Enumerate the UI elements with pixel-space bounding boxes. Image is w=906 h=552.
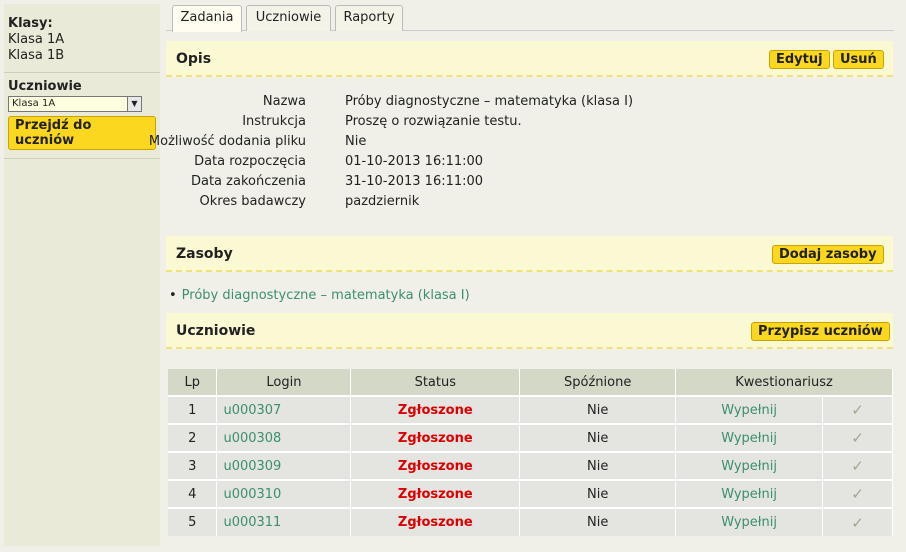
table-header-row: Lp Login Status Spóźnione Kwestionariusz [168,369,893,396]
field-period: Okres badawczy pazdziernik [166,194,866,214]
tab-zadania[interactable]: Zadania [172,5,242,32]
col-questionnaire[interactable]: Kwestionariusz [675,369,893,396]
row-fill-link[interactable]: Wypełnij [675,507,824,536]
row-late: Nie [519,395,677,424]
row-lp: 2 [168,423,218,452]
row-status: Zgłoszone [350,395,521,424]
resource-item: • Próby diagnostyczne – matematyka (klasa… [169,288,470,303]
table-row: 4 u000310 Zgłoszone Nie Wypełnij ✓ [168,479,893,508]
field-label: Data rozpoczęcia [194,154,306,169]
checkmark-icon[interactable]: ✓ [822,479,893,508]
row-lp: 1 [168,395,218,424]
col-login[interactable]: Login [216,369,352,396]
field-value: 31-10-2013 16:11:00 [345,174,484,189]
field-end-date: Data zakończenia 31-10-2013 16:11:00 [166,174,866,194]
field-value: Nie [345,134,367,149]
field-label: Data zakończenia [190,174,306,189]
row-late: Nie [519,451,677,480]
resource-link[interactable]: Próby diagnostyczne – matematyka (klasa … [182,288,470,303]
row-fill-link[interactable]: Wypełnij [675,479,824,508]
chevron-down-icon[interactable]: ▼ [127,97,141,111]
add-resources-button[interactable]: Dodaj zasoby [772,245,884,264]
row-status: Zgłoszone [350,451,521,480]
checkmark-icon[interactable]: ✓ [822,507,893,536]
row-fill-link[interactable]: Wypełnij [675,395,824,424]
field-value: Proszę o rozwiązanie testu. [345,114,522,129]
field-instrukcja: Instrukcja Proszę o rozwiązanie testu. [166,114,866,134]
row-status: Zgłoszone [350,507,521,536]
row-status: Zgłoszone [350,423,521,452]
row-login-link[interactable]: u000311 [216,507,352,536]
row-late: Nie [519,479,677,508]
row-login-link[interactable]: u000310 [216,479,352,508]
field-file-upload: Możliwość dodania pliku Nie [149,134,866,154]
classes-block: Klasy: Klasa 1A Klasa 1B [4,4,160,73]
checkmark-icon[interactable]: ✓ [822,451,893,480]
field-value: pazdziernik [345,194,420,209]
class-link-1a[interactable]: Klasa 1A [8,32,156,48]
table-row: 1 u000307 Zgłoszone Nie Wypełnij ✓ [168,395,893,424]
checkmark-icon[interactable]: ✓ [822,423,893,452]
students-table: Lp Login Status Spóźnione Kwestionariusz… [168,369,893,536]
edit-button[interactable]: Edytuj [769,50,830,69]
field-label: Okres badawczy [199,194,306,209]
main-content: Zadania Uczniowie Raporty Opis Edytuj Us… [149,4,894,536]
field-label: Możliwość dodania pliku [148,134,306,149]
class-link-1b[interactable]: Klasa 1B [8,48,156,64]
col-late[interactable]: Spóźnione [519,369,677,396]
field-nazwa: Nazwa Próby diagnostyczne – matematyka (… [166,94,866,114]
row-late: Nie [519,423,677,452]
table-row: 5 u000311 Zgłoszone Nie Wypełnij ✓ [168,507,893,536]
field-start-date: Data rozpoczęcia 01-10-2013 16:11:00 [166,154,866,174]
row-lp: 5 [168,507,218,536]
table-row: 2 u000308 Zgłoszone Nie Wypełnij ✓ [168,423,893,452]
opis-header: Opis Edytuj Usuń [166,41,893,77]
field-label: Instrukcja [242,114,306,129]
row-login-link[interactable]: u000307 [216,395,352,424]
delete-button[interactable]: Usuń [833,50,884,69]
classes-header: Klasy: [8,16,53,31]
row-fill-link[interactable]: Wypełnij [675,451,824,480]
assign-students-button[interactable]: Przypisz uczniów [751,322,890,341]
table-row: 3 u000309 Zgłoszone Nie Wypełnij ✓ [168,451,893,480]
row-status: Zgłoszone [350,479,521,508]
tab-bar: Zadania Uczniowie Raporty [166,4,894,32]
row-fill-link[interactable]: Wypełnij [675,423,824,452]
row-lp: 4 [168,479,218,508]
col-lp[interactable]: Lp [168,369,218,396]
field-value: Próby diagnostyczne – matematyka (klasa … [345,94,634,109]
opis-title: Opis [176,51,212,67]
row-late: Nie [519,507,677,536]
col-status[interactable]: Status [350,369,521,396]
field-label: Nazwa [262,94,306,109]
zasoby-title: Zasoby [176,246,233,262]
go-to-students-button[interactable]: Przejdź do uczniów [8,116,156,150]
tab-raporty[interactable]: Raporty [335,5,403,31]
students-header: Uczniowie [8,79,82,94]
bullet-icon: • [169,288,177,303]
uczniowie-header: Uczniowie Przypisz uczniów [166,313,893,349]
row-login-link[interactable]: u000308 [216,423,352,452]
sidebar: Klasy: Klasa 1A Klasa 1B Uczniowie Klasa… [4,4,160,546]
zasoby-header: Zasoby Dodaj zasoby [166,236,893,272]
field-value: 01-10-2013 16:11:00 [345,154,484,169]
tab-uczniowie[interactable]: Uczniowie [246,5,331,31]
checkmark-icon[interactable]: ✓ [822,395,893,424]
row-lp: 3 [168,451,218,480]
class-select-value: Klasa 1A [12,98,56,109]
class-select[interactable]: Klasa 1A ▼ [8,96,142,112]
students-block: Uczniowie Klasa 1A ▼ Przejdź do uczniów [4,73,160,159]
row-login-link[interactable]: u000309 [216,451,352,480]
uczniowie-title: Uczniowie [176,323,256,339]
